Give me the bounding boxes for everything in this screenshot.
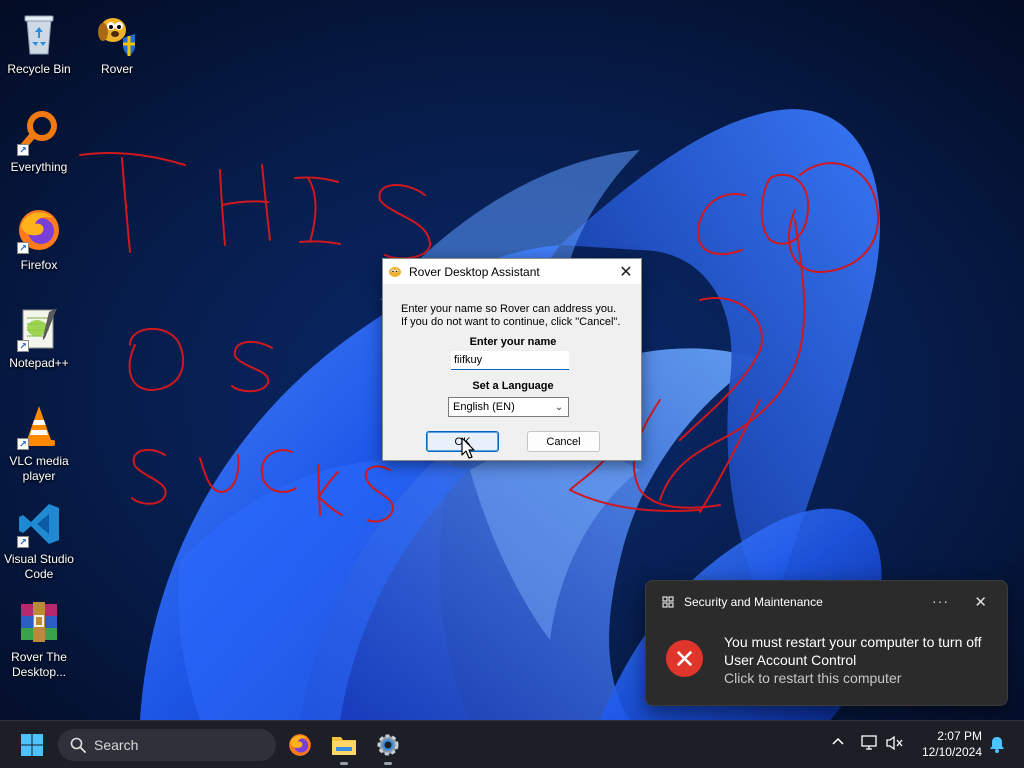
- taskbar-settings[interactable]: [372, 729, 404, 765]
- desktop-icon-vscode[interactable]: ↗ Visual Studio Code: [0, 500, 78, 582]
- taskbar-firefox[interactable]: [284, 729, 316, 761]
- desktop-icon-vlc[interactable]: ↗ VLC media player: [0, 402, 78, 484]
- winrar-archive-icon: [15, 598, 63, 646]
- running-indicator: [384, 762, 392, 765]
- cancel-button[interactable]: Cancel: [527, 431, 600, 452]
- notification-header: Security and Maintenance: [662, 595, 823, 609]
- dialog-title: Rover Desktop Assistant: [409, 264, 540, 279]
- taskbar: Search 2:07 PM 12/10/2024: [0, 720, 1024, 768]
- volume-muted-icon[interactable]: [886, 735, 904, 754]
- notification-bell-icon[interactable]: [989, 735, 1005, 756]
- desktop-icon-label: Rover The Desktop...: [11, 650, 67, 679]
- more-options-icon[interactable]: ···: [932, 593, 949, 609]
- running-indicator: [340, 762, 348, 765]
- rover-dog-icon: [93, 10, 141, 58]
- error-glyph: ✕: [673, 643, 696, 674]
- desktop-icon-label: VLC media player: [9, 454, 69, 483]
- name-label: Enter your name: [469, 336, 557, 348]
- language-select[interactable]: English (EN) ⌄: [448, 397, 569, 417]
- taskbar-file-explorer[interactable]: [328, 729, 360, 765]
- desktop-icon-recycle-bin[interactable]: Recycle Bin: [0, 10, 78, 77]
- desktop-icon-rover-desktop[interactable]: Rover The Desktop...: [0, 598, 78, 680]
- settings-icon: [377, 734, 399, 756]
- desktop-icon-label: Notepad++: [9, 356, 69, 370]
- dialog-close-button[interactable]: ✕: [611, 259, 641, 284]
- notification-line: You must restart your computer to turn o…: [724, 634, 982, 650]
- firefox-icon: ↗: [15, 206, 63, 254]
- start-button[interactable]: [16, 729, 48, 761]
- dialog-titlebar[interactable]: Rover Desktop Assistant ✕: [383, 259, 641, 284]
- security-flag-icon: [662, 596, 674, 608]
- desktop-icon-label: Firefox: [20, 258, 58, 272]
- clock-date: 12/10/2024: [921, 745, 982, 759]
- dialog-message: Enter your name so Rover can address you…: [401, 303, 631, 329]
- mouse-cursor-icon: [461, 437, 475, 459]
- desktop-icon-label: Everything: [10, 160, 68, 174]
- search-icon: [70, 737, 86, 753]
- vscode-icon: ↗: [15, 500, 63, 548]
- file-explorer-icon: [332, 737, 356, 755]
- notification-close-icon[interactable]: ✕: [974, 593, 987, 611]
- taskbar-clock[interactable]: 2:07 PM 12/10/2024: [912, 728, 982, 760]
- notification-body: You must restart your computer to turn o…: [724, 633, 982, 687]
- clock-time: 2:07 PM: [937, 729, 982, 743]
- chevron-down-icon: ⌄: [554, 401, 564, 413]
- desktop-icon-notepadpp[interactable]: ↗ Notepad++: [0, 304, 78, 371]
- vlc-cone-icon: ↗: [15, 402, 63, 450]
- close-icon: ✕: [619, 263, 633, 281]
- desktop-icon-everything[interactable]: ↗ Everything: [0, 108, 78, 175]
- search-placeholder: Search: [94, 737, 139, 753]
- notification-line: User Account Control: [724, 652, 857, 668]
- error-icon: ✕: [666, 640, 703, 677]
- everything-search-icon: ↗: [15, 108, 63, 156]
- firefox-icon: [289, 734, 311, 756]
- desktop-icon-label: Rover: [100, 62, 133, 76]
- network-icon[interactable]: [861, 735, 879, 754]
- taskbar-search-box[interactable]: Search: [58, 729, 276, 761]
- name-input[interactable]: [451, 351, 569, 370]
- notepad-plus-plus-icon: ↗: [15, 304, 63, 352]
- cancel-button-label: Cancel: [546, 435, 581, 448]
- desktop-icon-rover[interactable]: Rover: [78, 10, 156, 77]
- dialog-message-line: If you do not want to continue, click "C…: [401, 316, 621, 328]
- desktop-icon-label: Visual Studio Code: [4, 552, 74, 581]
- chevron-up-icon[interactable]: [831, 735, 845, 752]
- notification-app-name: Security and Maintenance: [684, 595, 823, 609]
- windows-start-icon: [21, 734, 43, 756]
- notification-action-text: Click to restart this computer: [724, 670, 902, 686]
- desktop-icon-firefox[interactable]: ↗ Firefox: [0, 206, 78, 273]
- dialog-message-line: Enter your name so Rover can address you…: [401, 303, 617, 315]
- language-select-value: English (EN): [453, 401, 515, 413]
- desktop-icon-label: Recycle Bin: [7, 62, 71, 76]
- rover-dog-icon: [389, 266, 401, 277]
- language-label: Set a Language: [472, 380, 554, 392]
- recycle-bin-icon: [15, 10, 63, 58]
- notification-toast[interactable]: Security and Maintenance ··· ✕ ✕ You mus…: [645, 580, 1008, 706]
